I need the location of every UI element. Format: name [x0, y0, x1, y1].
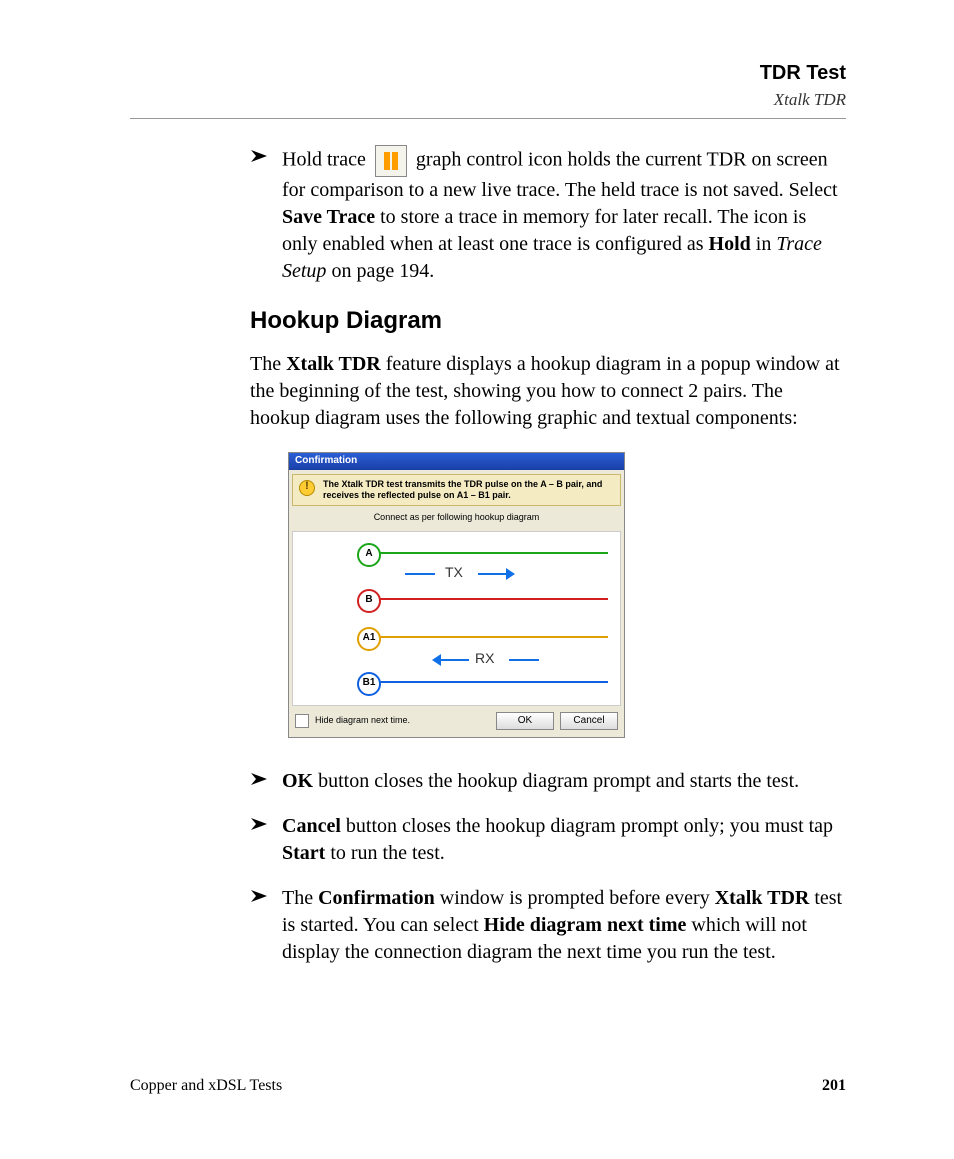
- page-number: 201: [822, 1075, 846, 1097]
- bullet-arrow-icon: [250, 772, 268, 786]
- wire-a1: [379, 636, 608, 638]
- header-rule: [130, 118, 846, 119]
- bullet-cancel: Cancel button closes the hookup diagram …: [250, 813, 846, 867]
- tx-arrow: TX: [293, 566, 620, 584]
- rx-arrow: RX: [293, 652, 620, 670]
- pin-a: A: [357, 543, 381, 567]
- hide-checkbox[interactable]: [295, 714, 309, 728]
- text: The: [282, 887, 318, 909]
- pair-b-row: B: [293, 588, 620, 610]
- bold-confirmation: Confirmation: [318, 887, 435, 909]
- bold-hold: Hold: [709, 233, 751, 255]
- pin-a1: A1: [357, 627, 381, 651]
- confirmation-dialog-screenshot: Confirmation The Xtalk TDR test transmit…: [288, 452, 625, 737]
- text: window is prompted before every: [435, 887, 715, 909]
- pair-b1-row: B1: [293, 671, 620, 693]
- section-heading: Hookup Diagram: [250, 305, 846, 337]
- bullet-hold-trace: Hold trace graph control icon holds the …: [250, 145, 846, 285]
- pair-a1-row: A1: [293, 626, 620, 648]
- bold-ok: OK: [282, 770, 313, 792]
- text: button closes the hookup diagram prompt …: [313, 770, 799, 792]
- bold-start: Start: [282, 842, 325, 864]
- text: Hold trace: [282, 149, 371, 171]
- bold-save-trace: Save Trace: [282, 206, 375, 228]
- footer-left: Copper and xDSL Tests: [130, 1075, 282, 1097]
- bold-xtalk: Xtalk TDR: [286, 353, 381, 375]
- tx-label: TX: [445, 564, 463, 581]
- bullet-arrow-icon: [250, 149, 268, 163]
- dialog-warning: The Xtalk TDR test transmits the TDR pul…: [292, 474, 621, 506]
- bullet-text: The Confirmation window is prompted befo…: [282, 885, 846, 966]
- text: in: [756, 233, 777, 255]
- bullet-arrow-icon: [250, 817, 268, 831]
- bold-hide: Hide diagram next time: [484, 914, 687, 936]
- bullet-ok: OK button closes the hookup diagram prom…: [250, 768, 846, 795]
- text: on page 194.: [331, 260, 434, 282]
- bullet-text: Cancel button closes the hookup diagram …: [282, 813, 846, 867]
- text: button closes the hookup diagram prompt …: [341, 815, 833, 837]
- header-title: TDR Test: [130, 60, 846, 87]
- pin-b: B: [357, 589, 381, 613]
- bullet-confirmation: The Confirmation window is prompted befo…: [250, 885, 846, 966]
- wire-b1: [379, 681, 608, 683]
- dialog-footer: Hide diagram next time. OK Cancel: [289, 706, 624, 737]
- bullet-text: Hold trace graph control icon holds the …: [282, 145, 846, 285]
- warning-icon: [299, 480, 315, 496]
- bullet-arrow-icon: [250, 889, 268, 903]
- pin-b1: B1: [357, 672, 381, 696]
- pause-icon: [375, 145, 407, 177]
- cancel-button[interactable]: Cancel: [560, 712, 618, 730]
- pair-a-row: A: [293, 542, 620, 564]
- page-footer: Copper and xDSL Tests 201: [130, 1075, 846, 1097]
- intro-paragraph: The Xtalk TDR feature displays a hookup …: [250, 351, 846, 432]
- hide-label: Hide diagram next time.: [315, 715, 410, 726]
- text: to run the test.: [325, 842, 444, 864]
- dialog-titlebar: Confirmation: [289, 453, 624, 470]
- running-header: TDR Test Xtalk TDR: [130, 60, 846, 112]
- dialog-caption: Connect as per following hookup diagram: [289, 512, 624, 523]
- ok-button[interactable]: OK: [496, 712, 554, 730]
- wire-a: [379, 552, 608, 554]
- hookup-diagram: A TX B A1 RX B1: [292, 531, 621, 706]
- bullet-text: OK button closes the hookup diagram prom…: [282, 768, 846, 795]
- header-subtitle: Xtalk TDR: [130, 89, 846, 112]
- bold-xtalk: Xtalk TDR: [715, 887, 810, 909]
- warning-text: The Xtalk TDR test transmits the TDR pul…: [323, 479, 614, 501]
- rx-label: RX: [475, 650, 494, 667]
- bold-cancel: Cancel: [282, 815, 341, 837]
- text: The: [250, 353, 286, 375]
- wire-b: [379, 598, 608, 600]
